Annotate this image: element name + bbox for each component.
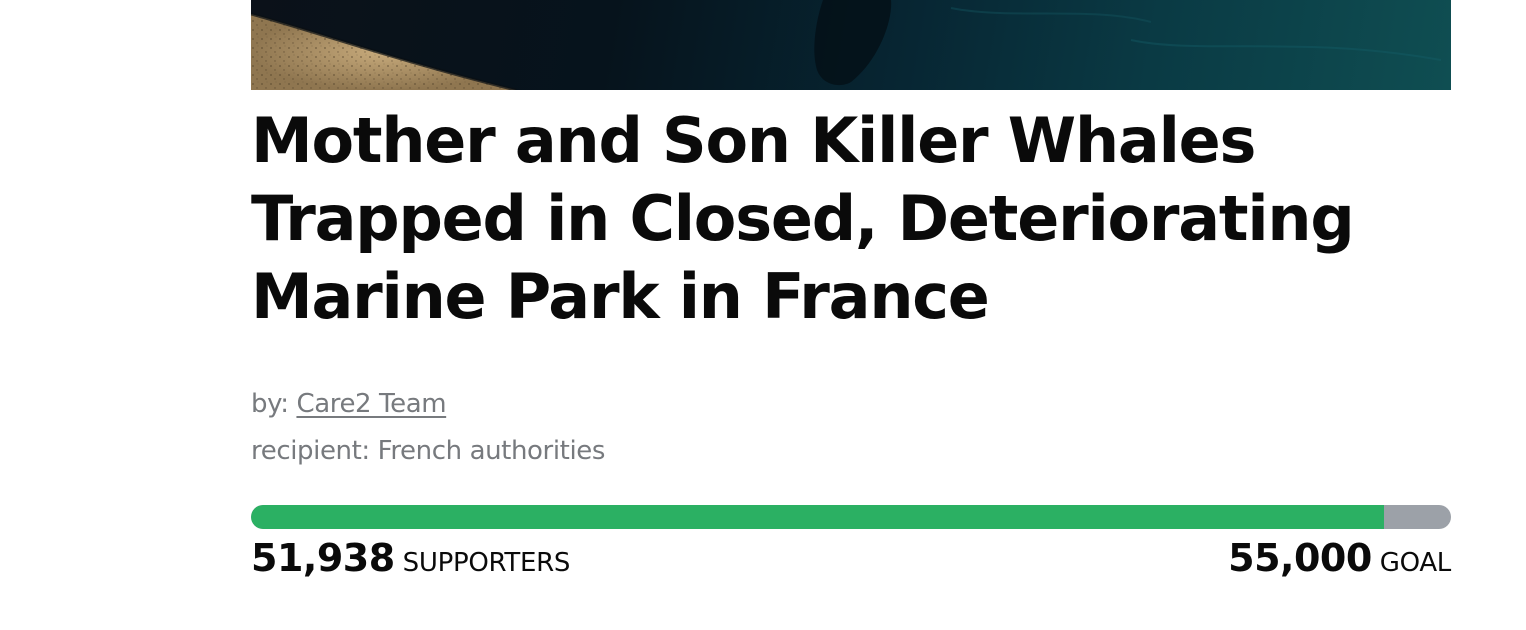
signature-stats: 51,938 SUPPORTERS 55,000 GOAL (251, 536, 1451, 584)
supporters-count: 51,938 (251, 536, 395, 580)
author-link[interactable]: Care2 Team (296, 389, 446, 419)
progress-fill (251, 505, 1384, 529)
recipient-value: French authorities (377, 436, 606, 466)
supporters-stat: 51,938 SUPPORTERS (251, 536, 570, 580)
goal-label: GOAL (1379, 548, 1452, 578)
goal-stat: 55,000 GOAL (1228, 536, 1451, 580)
hero-image (251, 0, 1451, 90)
recipient-label: recipient: (251, 436, 370, 466)
petition-page: Mother and Son Killer Whales Trapped in … (0, 0, 1526, 630)
author-line: by: Care2 Team (251, 381, 1451, 428)
recipient-line: recipient: French authorities (251, 428, 1451, 475)
petition-meta: by: Care2 Team recipient: French authori… (251, 381, 1451, 475)
goal-count: 55,000 (1228, 536, 1372, 580)
petition-header: Mother and Son Killer Whales Trapped in … (251, 102, 1451, 475)
supporters-label: SUPPORTERS (402, 548, 571, 578)
author-label: by: (251, 389, 289, 419)
signature-progress-bar (251, 505, 1451, 529)
hero-image-graphic (251, 0, 1442, 90)
petition-title: Mother and Son Killer Whales Trapped in … (251, 104, 1355, 333)
